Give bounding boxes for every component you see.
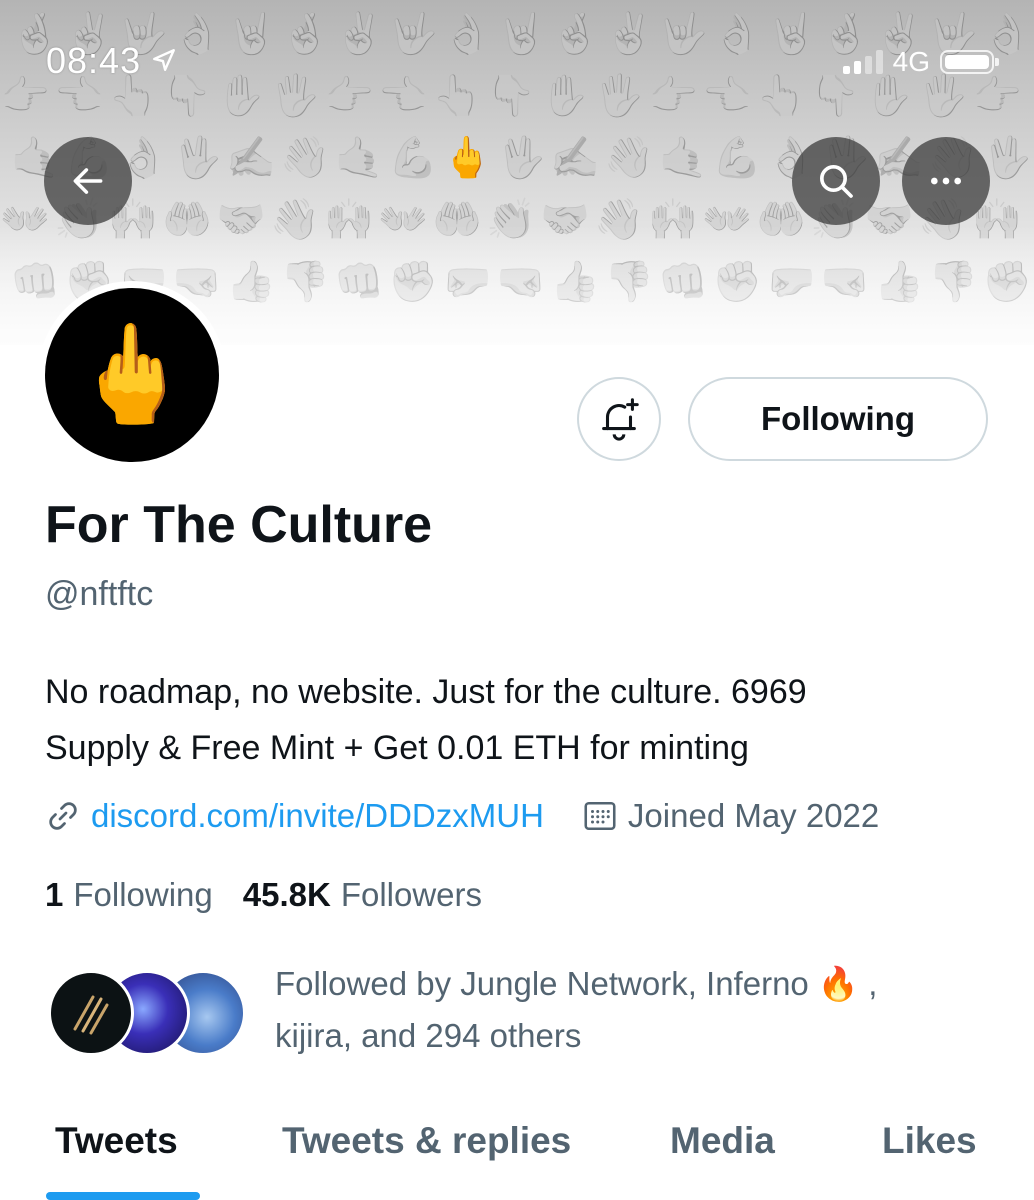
search-button[interactable] [792,137,880,225]
banner-emoji: 🤞 [280,12,330,56]
notifications-button[interactable] [577,377,661,461]
network-type: 4G [892,46,930,77]
banner-emoji: 👉 [648,74,698,118]
profile-screen: 🤞 ✌️ 🤟 👌 🤘 🤞 ✌️ 🤟 👌 🤘 🤞 ✌️ 🤟 👌 🤘 🤞 ✌️ 🤟 👌 👉 👈 👆 👇 ✋ 🖐 👉 👈 👆 👇 ✋ 🖐 👉 👈 👆 👇 ✋… [0,0,1034,1200]
banner-emoji: 👌 [712,12,762,56]
more-button[interactable] [902,137,990,225]
banner-emoji: 👆 [432,74,482,118]
followers-stat[interactable]: 45.8K Followers [243,876,482,914]
bio-line: No roadmap, no website. Just for the cul… [45,673,807,711]
banner-emoji: ✌️ [334,12,384,56]
banner-emoji: 👇 [486,74,536,118]
banner-emoji: ✍️ [550,136,600,180]
tab-tweets[interactable]: Tweets [55,1120,178,1162]
banner-emoji: 🤘 [226,12,276,56]
banner-emoji: 🖖 [172,136,222,180]
followed-by-avatars[interactable] [48,970,248,1060]
banner-emoji: 🤟 [658,12,708,56]
banner-emoji: 👉 [324,74,374,118]
tab-likes[interactable]: Likes [882,1120,977,1162]
banner-emoji: 👆 [756,74,806,118]
profile-tabs: Tweets Tweets & replies Media Likes [0,1110,1034,1200]
bell-plus-icon [602,398,639,441]
link-icon [45,798,81,834]
arrow-left-icon [73,168,103,194]
status-time: 08:43 [46,40,177,82]
location-arrow-icon [151,40,177,82]
tab-media[interactable]: Media [670,1120,775,1162]
banner-emoji: 🖖 [982,136,1032,180]
banner-emoji: 👈 [54,74,104,118]
status-indicators: 4G [842,46,999,78]
banner-emoji: 👉 [0,74,50,118]
website-link[interactable]: discord.com/invite/DDDzxMUH [91,797,544,835]
search-icon [820,165,853,198]
banner-emoji: 💪 [388,136,438,180]
following-button[interactable]: Following [688,377,988,461]
banner-emoji: 🖕 [442,136,492,180]
followed-by-text[interactable]: Followed by Jungle Network, Inferno 🔥 , … [275,958,975,1062]
banner-emoji: 👉 [972,74,1022,118]
banner-emoji: 🤞 [550,12,600,56]
profile-avatar[interactable]: 🖕 [38,281,226,469]
banner-emoji: 👈 [702,74,752,118]
calendar-icon [582,798,618,834]
handle: @nftftc [45,575,154,613]
joined-date: Joined May 2022 [627,797,880,834]
banner-emoji: 🖖 [496,136,546,180]
banner-emoji: 🖐 [594,74,644,118]
banner-emoji: 👇 [162,74,212,118]
banner-emoji: 💪 [712,136,762,180]
back-button[interactable] [44,137,132,225]
banner-emoji: 🤙 [334,136,384,180]
banner-emoji: ✋ [216,74,266,118]
follow-stats: 1 Following 45.8K Followers [45,876,482,914]
banner-emoji: ✋ [540,74,590,118]
banner-emoji: 👇 [810,74,860,118]
banner-emoji: 👌 [172,12,222,56]
banner-emoji: ✋ [864,74,914,118]
banner-emoji: ✍️ [226,136,276,180]
banner-emoji: 👋 [604,136,654,180]
banner-emoji: 🤙 [658,136,708,180]
banner-emoji: 🤘 [766,12,816,56]
banner-emoji: 🖐 [270,74,320,118]
more-dots-icon [931,177,961,185]
banner-emoji: 🤘 [496,12,546,56]
avatar-image: 🖕 [45,288,219,462]
profile-meta: discord.com/invite/DDDzxMUH Joined May 2… [45,797,879,835]
banner-emoji: 👌 [442,12,492,56]
banner-emoji: 🖐 [918,74,968,118]
active-tab-indicator [46,1192,200,1200]
banner-emoji: 🤟 [388,12,438,56]
tab-tweets-and-replies[interactable]: Tweets & replies [282,1120,571,1162]
bio: No roadmap, no website. Just for the cul… [45,664,1005,776]
banner-emoji: 👈 [378,74,428,118]
signal-bars-icon [842,50,883,74]
banner-emoji: ✌️ [604,12,654,56]
avatar [48,970,134,1056]
banner-emoji: 👋 [280,136,330,180]
battery-icon [940,50,999,74]
bio-line: Supply & Free Mint + Get 0.01 ETH for mi… [45,729,749,767]
display-name: For The Culture [45,496,433,554]
following-stat[interactable]: 1 Following [45,876,213,914]
banner-emoji: 👆 [108,74,158,118]
